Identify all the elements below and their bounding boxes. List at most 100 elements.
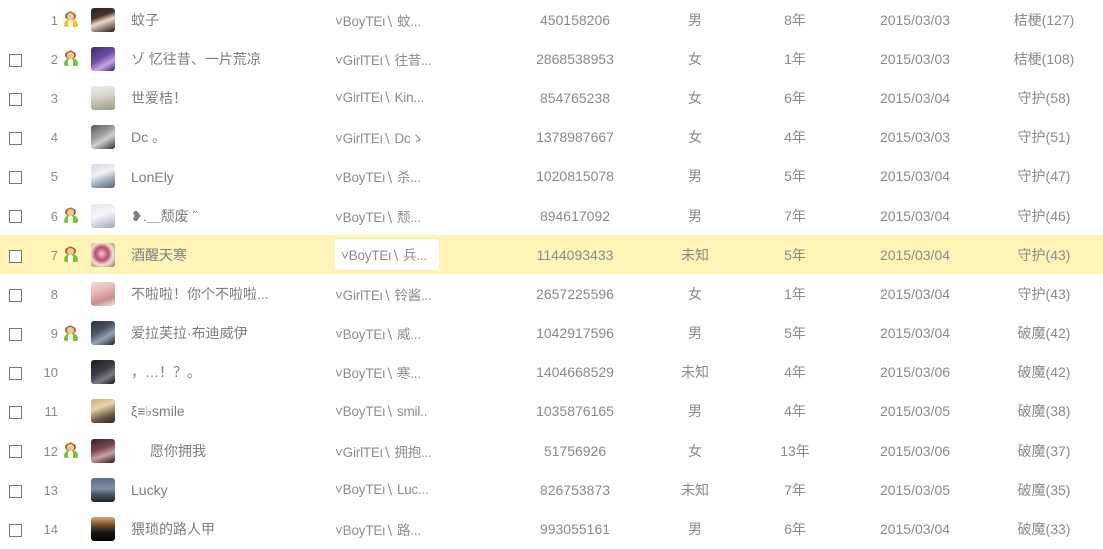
avatar-cell[interactable] bbox=[84, 353, 122, 392]
group-nickname-cell[interactable]: ˅GirlTEι∖ 铃酱... bbox=[335, 274, 505, 313]
row-select-cell[interactable] bbox=[0, 78, 30, 117]
nickname-cell[interactable]: ゾ 忆往昔、一片荒凉 bbox=[122, 39, 335, 78]
avatar-cell[interactable] bbox=[84, 314, 122, 353]
row-checkbox[interactable] bbox=[8, 367, 22, 381]
nickname-cell[interactable]: Dc 。 bbox=[122, 118, 335, 157]
table-row[interactable]: 9 爱拉芙拉·布迪威伊 ˅BoyTEι∖ 威... 1042917596 男 5年 2015… bbox=[0, 314, 1103, 353]
group-nickname-cell[interactable]: ˅BoyTEι∖ smil.. bbox=[335, 392, 505, 431]
group-nickname[interactable]: ˅BoyTEι∖ 路... bbox=[335, 523, 421, 538]
group-nickname-cell[interactable]: ˅BoyTEι∖ 颓... bbox=[335, 196, 505, 235]
row-select-cell[interactable] bbox=[0, 353, 30, 392]
nickname-cell[interactable]: ❥.＿颓废 ˝ bbox=[122, 196, 335, 235]
avatar[interactable] bbox=[91, 438, 115, 463]
member-nickname[interactable]: Lucky bbox=[131, 482, 168, 498]
row-checkbox[interactable] bbox=[8, 131, 22, 145]
row-select-cell[interactable] bbox=[0, 196, 30, 235]
nickname-cell[interactable]: 猥琐的路人甲 bbox=[122, 509, 335, 548]
member-nickname[interactable]: LonEly bbox=[131, 169, 174, 185]
group-nickname[interactable]: ˅BoyTEι∖ 威... bbox=[335, 327, 421, 342]
nickname-cell[interactable]: 愿你拥我 bbox=[122, 431, 335, 470]
group-nickname-cell[interactable]: ˅BoyTEι∖ 威... bbox=[335, 314, 505, 353]
group-nickname[interactable]: ˅BoyTEι∖ smil.. bbox=[335, 404, 427, 419]
row-select-cell[interactable] bbox=[0, 509, 30, 548]
nickname-cell[interactable]: 酒醒天寒 bbox=[122, 235, 335, 274]
avatar[interactable] bbox=[91, 7, 115, 32]
group-nickname[interactable]: ˅BoyTEι∖ 蚊... bbox=[335, 14, 421, 29]
row-select-cell[interactable] bbox=[0, 118, 30, 157]
avatar-cell[interactable] bbox=[84, 78, 122, 117]
member-nickname[interactable]: 酒醒天寒 bbox=[131, 245, 187, 265]
row-checkbox[interactable] bbox=[8, 92, 22, 106]
table-row[interactable]: 7 酒醒天寒 ˅BoyTEι∖ 兵... 1144093433 未知 5年 2015/03/… bbox=[0, 235, 1103, 275]
avatar[interactable] bbox=[91, 85, 115, 110]
avatar[interactable] bbox=[91, 477, 115, 502]
group-nickname-cell[interactable]: ˅GirlTEι∖ Kin... bbox=[335, 78, 505, 117]
table-row[interactable]: 11 ξ≡♭smile ˅BoyTEι∖ smil.. 1035876165 男 4年 20… bbox=[0, 392, 1103, 431]
member-nickname[interactable]: ，…！？。 bbox=[131, 362, 201, 382]
member-nickname[interactable]: ξ≡♭smile bbox=[131, 403, 185, 420]
group-nickname[interactable]: ˅GirlTEι∖ Kin... bbox=[335, 90, 424, 105]
nickname-cell[interactable]: ，…！？。 bbox=[122, 353, 335, 392]
member-nickname[interactable]: 蚊子 bbox=[131, 10, 159, 30]
row-checkbox[interactable] bbox=[8, 249, 22, 263]
member-nickname[interactable]: ❥.＿颓废 ˝ bbox=[131, 206, 197, 226]
row-checkbox[interactable] bbox=[8, 53, 22, 67]
row-select-cell[interactable] bbox=[0, 431, 30, 470]
row-checkbox[interactable] bbox=[8, 484, 22, 498]
member-nickname[interactable]: 世爱桔！ bbox=[131, 88, 187, 108]
table-row[interactable]: 13 Lucky ˅BoyTEι∖ Luc... 826753873 未知 7年 2015/… bbox=[0, 470, 1103, 509]
table-row[interactable]: 4 Dc 。 ˅GirlTEι∖ Dcゝ 1378987667 女 4年 2015/03/0… bbox=[0, 118, 1103, 157]
avatar-cell[interactable] bbox=[84, 235, 122, 274]
group-nickname[interactable]: ˅GirlTEι∖ 铃酱... bbox=[335, 288, 432, 303]
avatar-cell[interactable] bbox=[84, 470, 122, 509]
group-nickname-cell[interactable]: ˅GirlTEι∖ Dcゝ bbox=[335, 118, 505, 157]
group-nickname-cell[interactable]: ˅GirlTEι∖ 拥抱... bbox=[335, 431, 505, 470]
avatar[interactable] bbox=[91, 321, 115, 346]
avatar[interactable] bbox=[91, 125, 115, 150]
group-nickname-cell[interactable]: ˅BoyTEι∖ 路... bbox=[335, 509, 505, 548]
group-nickname[interactable]: ˅GirlTEι∖ 拥抱... bbox=[335, 445, 432, 460]
group-nickname-cell[interactable]: ˅GirlTEι∖ 往昔... bbox=[335, 39, 505, 78]
avatar[interactable] bbox=[91, 164, 115, 189]
avatar-cell[interactable] bbox=[84, 274, 122, 313]
avatar[interactable] bbox=[91, 517, 115, 542]
row-checkbox[interactable] bbox=[8, 406, 22, 420]
member-nickname[interactable]: 愿你拥我 bbox=[150, 441, 206, 461]
table-row[interactable]: 5 LonEly ˅BoyTEι∖ 杀... 1020815078 男 5年 2015/03… bbox=[0, 157, 1103, 196]
nickname-cell[interactable]: 爱拉芙拉·布迪威伊 bbox=[122, 314, 335, 353]
avatar-cell[interactable] bbox=[84, 157, 122, 196]
table-row[interactable]: 3 世爱桔！ ˅GirlTEι∖ Kin... 854765238 女 6年 2015/03… bbox=[0, 78, 1103, 117]
group-nickname[interactable]: ˅BoyTEι∖ 兵... bbox=[341, 248, 427, 263]
row-checkbox[interactable] bbox=[8, 171, 22, 185]
nickname-cell[interactable]: ξ≡♭smile bbox=[122, 392, 335, 431]
row-select-cell[interactable] bbox=[0, 314, 30, 353]
group-nickname-cell[interactable]: ˅BoyTEι∖ Luc... bbox=[335, 470, 505, 509]
group-nickname-cell[interactable]: ˅BoyTEι∖ 兵... bbox=[335, 235, 505, 274]
avatar[interactable] bbox=[91, 399, 115, 424]
table-row[interactable]: 14 猥琐的路人甲 ˅BoyTEι∖ 路... 993055161 男 6年 2015/03… bbox=[0, 509, 1103, 548]
group-nickname[interactable]: ˅BoyTEι∖ 颓... bbox=[335, 210, 421, 225]
row-select-cell[interactable] bbox=[0, 274, 30, 313]
group-nickname[interactable]: ˅BoyTEι∖ 杀... bbox=[335, 170, 421, 185]
table-row[interactable]: 2 ゾ 忆往昔、一片荒凉 ˅GirlTEι∖ 往昔... 2868538953 女 1年 2… bbox=[0, 39, 1103, 78]
row-checkbox[interactable] bbox=[8, 327, 22, 341]
nickname-cell[interactable]: Lucky bbox=[122, 470, 335, 509]
avatar-cell[interactable] bbox=[84, 118, 122, 157]
member-nickname[interactable]: ゾ 忆往昔、一片荒凉 bbox=[131, 49, 261, 69]
table-row[interactable]: 10 ，…！？。 ˅BoyTEι∖ 寒... 1404668529 未知 4年 2015/0… bbox=[0, 353, 1103, 392]
row-checkbox[interactable] bbox=[8, 288, 22, 302]
row-select-cell[interactable] bbox=[0, 470, 30, 509]
table-row[interactable]: 12 愿你拥我 ˅GirlTEι∖ 拥抱... 51756926 女 13年 2015/03… bbox=[0, 431, 1103, 470]
member-nickname[interactable]: Dc 。 bbox=[131, 127, 166, 147]
nickname-cell[interactable]: 蚊子 bbox=[122, 0, 335, 39]
avatar-cell[interactable] bbox=[84, 39, 122, 78]
group-nickname[interactable]: ˅BoyTEι∖ 寒... bbox=[335, 366, 421, 381]
table-row[interactable]: 8 不啦啦！你个不啦啦... ˅GirlTEι∖ 铃酱... 2657225596 女 1… bbox=[0, 274, 1103, 313]
avatar-cell[interactable] bbox=[84, 509, 122, 548]
group-nickname[interactable]: ˅GirlTEι∖ 往昔... bbox=[335, 53, 432, 68]
avatar[interactable] bbox=[91, 360, 115, 385]
avatar-cell[interactable] bbox=[84, 431, 122, 470]
table-row[interactable]: 6 ❥.＿颓废 ˝ ˅BoyTEι∖ 颓... 894617092 男 7年 2015/03… bbox=[0, 196, 1103, 235]
avatar-cell[interactable] bbox=[84, 0, 122, 39]
table-row[interactable]: 1 蚊子 ˅BoyTEι∖ 蚊... 450158206 男 8年 2015/03/03 桔梗… bbox=[0, 0, 1103, 39]
